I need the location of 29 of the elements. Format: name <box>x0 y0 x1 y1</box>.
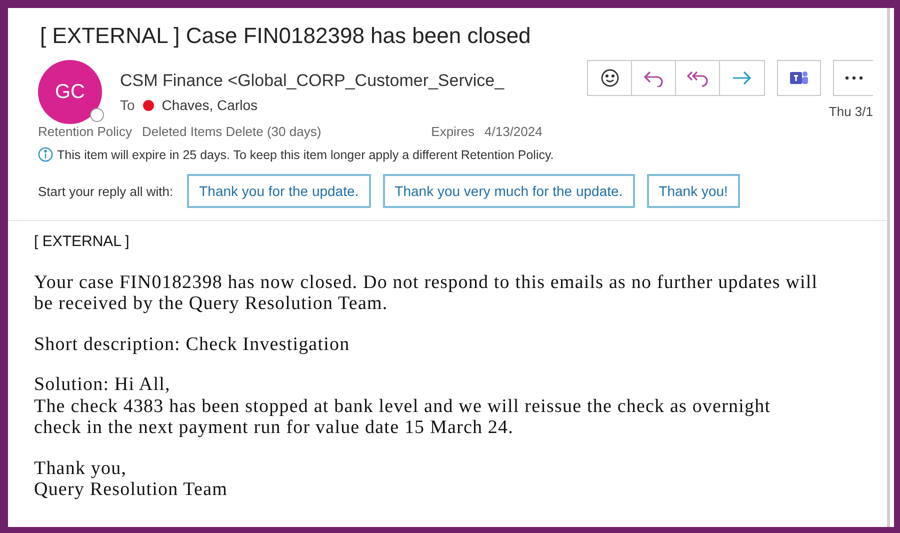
email-date: Thu 3/1 <box>828 103 873 121</box>
teams-button[interactable] <box>777 60 821 96</box>
suggested-reply-button[interactable]: Thank you! <box>646 174 740 208</box>
retention-policy: Deleted Items Delete (30 days) <box>142 123 322 141</box>
body-paragraph: Solution: Hi All, The check 4383 has been stopped at bank level and we will reissue the check as overnight check in the next payment run for value date 15 March 24. <box>34 374 772 439</box>
expires-label: Expires <box>431 123 475 141</box>
avatar: GC <box>38 60 102 124</box>
recipient-name: Chaves, Carlos <box>162 96 258 114</box>
suggested-reply-button[interactable]: Thank you for the update. <box>187 174 371 208</box>
expiry-notice: This item will expire in 25 days. To keep this item longer apply a different Retention Policy. <box>57 146 554 164</box>
more-icon <box>844 76 862 80</box>
email-subject: [ EXTERNAL ] Case FIN0182398 has been closed <box>40 22 532 50</box>
reply-all-icon <box>686 69 710 87</box>
body-paragraph: Short description: Check Investigation <box>34 334 351 356</box>
forward-icon <box>731 70 753 86</box>
status-icon <box>90 108 104 122</box>
external-tag: [ EXTERNAL ] <box>34 231 873 254</box>
suggested-replies-label: Start your reply all with: <box>38 182 174 201</box>
to-label: To <box>120 96 135 114</box>
reply-icon <box>642 69 664 87</box>
body-paragraph: Your case FIN0182398 has now closed. Do not respond to this emails as no further updates will be received by the Query Resolution Team. <box>34 272 819 315</box>
expires-date: 4/13/2024 <box>484 123 542 141</box>
smiley-icon <box>600 68 620 88</box>
sender-name: CSM Finance <Global_CORP_Customer_Service_ <box>120 70 504 92</box>
body-paragraph: Thank you, Query Resolution Team <box>34 458 228 501</box>
retention-label: Retention Policy <box>38 123 132 141</box>
info-icon <box>38 147 53 162</box>
suggested-reply-button[interactable]: Thank you very much for the update. <box>382 174 635 208</box>
teams-icon <box>788 69 810 87</box>
